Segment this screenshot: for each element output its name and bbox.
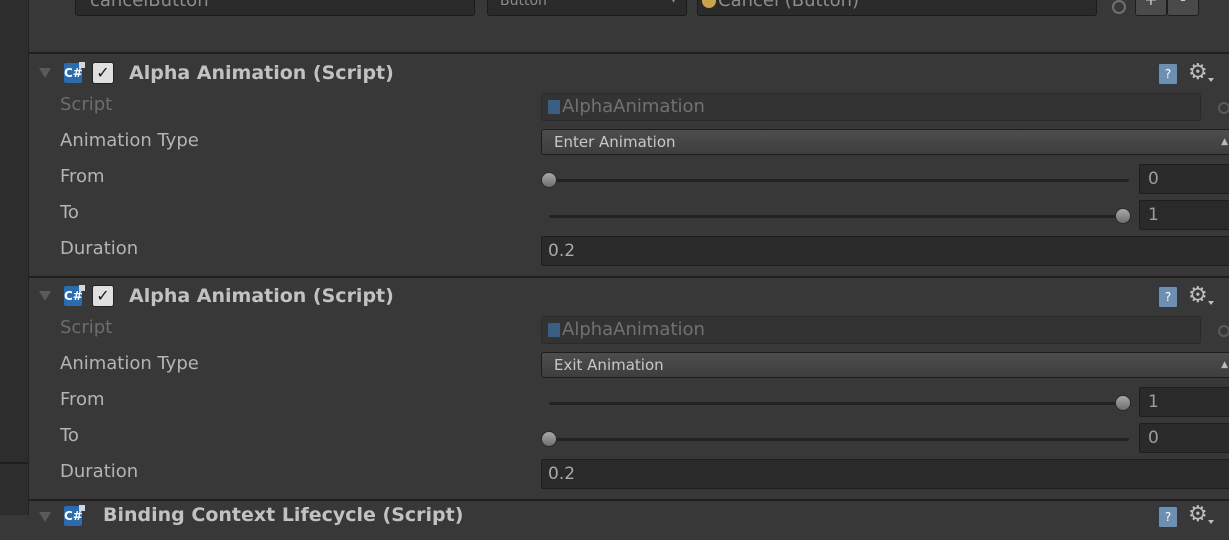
from-label: From: [60, 166, 105, 187]
dropdown-arrows-icon: ▲: [1221, 137, 1228, 147]
script-value: AlphaAnimation: [562, 96, 705, 117]
from-slider-track[interactable]: [549, 402, 1129, 405]
from-number-field[interactable]: 0: [1139, 164, 1229, 194]
component-header[interactable]: C# ✓ Alpha Animation (Script) ? ⚙: [29, 54, 1229, 94]
object-label: Cancel (Button): [718, 0, 860, 11]
alpha-animation-component-1: C# ✓ Alpha Animation (Script) ? ⚙ Script…: [29, 54, 1229, 278]
help-icon[interactable]: ?: [1158, 506, 1178, 528]
animation-type-value: Enter Animation: [554, 133, 676, 151]
object-picker-icon[interactable]: [1218, 102, 1229, 114]
duration-field[interactable]: 0.2: [541, 236, 1229, 266]
csharp-script-icon: C#: [64, 285, 85, 306]
dropdown-arrows-icon: ▲: [1221, 360, 1228, 370]
remove-button[interactable]: -: [1167, 0, 1199, 16]
script-value: AlphaAnimation: [562, 319, 705, 340]
add-button[interactable]: +: [1135, 0, 1167, 16]
duration-label: Duration: [60, 461, 139, 482]
component-enabled-checkbox[interactable]: ✓: [92, 285, 114, 307]
object-picker-icon[interactable]: [1218, 325, 1229, 337]
animation-type-dropdown[interactable]: Enter Animation ▲: [541, 129, 1229, 155]
to-slider-track[interactable]: [549, 438, 1129, 441]
inspector-panel: cancelButton Button ▾ Cancel (Button) + -…: [29, 0, 1229, 528]
animation-type-value: Exit Animation: [554, 356, 664, 374]
help-icon[interactable]: ?: [1158, 286, 1178, 308]
to-slider-thumb[interactable]: [1115, 208, 1131, 224]
duration-label: Duration: [60, 238, 139, 259]
csharp-script-icon: C#: [64, 505, 85, 526]
csharp-script-icon: C#: [64, 62, 85, 83]
field-name-input[interactable]: cancelButton: [75, 0, 475, 16]
foldout-arrow-icon[interactable]: [39, 512, 51, 522]
animation-type-dropdown[interactable]: Exit Animation ▲: [541, 352, 1229, 378]
to-slider-track[interactable]: [549, 215, 1129, 218]
from-slider-thumb[interactable]: [541, 172, 557, 188]
duration-field[interactable]: 0.2: [541, 459, 1229, 489]
alpha-animation-component-2: C# ✓ Alpha Animation (Script) ? ⚙ Script…: [29, 277, 1229, 501]
to-label: To: [60, 202, 79, 223]
from-number-field[interactable]: 1: [1139, 387, 1229, 417]
from-slider-thumb[interactable]: [1115, 395, 1131, 411]
animation-type-label: Animation Type: [60, 353, 199, 374]
script-file-icon: [548, 323, 560, 337]
to-number-field[interactable]: 1: [1139, 200, 1229, 230]
gear-icon[interactable]: ⚙: [1188, 283, 1214, 308]
binding-context-component-header[interactable]: C# Binding Context Lifecycle (Script) ? …: [29, 500, 1229, 540]
type-label: Button: [500, 0, 547, 9]
from-label: From: [60, 389, 105, 410]
dropdown-arrow-icon: ▾: [670, 0, 676, 6]
left-gutter: [0, 0, 29, 515]
object-picker-icon[interactable]: [1112, 0, 1126, 14]
gear-icon[interactable]: ⚙: [1188, 60, 1214, 85]
unity-object-icon: [702, 0, 716, 8]
object-field[interactable]: Cancel (Button): [697, 0, 1097, 16]
foldout-arrow-icon[interactable]: [39, 68, 51, 78]
component-title: Alpha Animation (Script): [129, 62, 394, 84]
component-enabled-checkbox[interactable]: ✓: [92, 62, 114, 84]
to-slider-thumb[interactable]: [541, 431, 557, 447]
component-title: Alpha Animation (Script): [129, 285, 394, 307]
script-label: Script: [60, 317, 113, 338]
component-header[interactable]: C# ✓ Alpha Animation (Script) ? ⚙: [29, 277, 1229, 317]
to-number-field[interactable]: 0: [1139, 423, 1229, 453]
gutter-marker: [0, 462, 28, 464]
script-label: Script: [60, 94, 113, 115]
type-dropdown[interactable]: Button ▾: [487, 0, 687, 16]
to-label: To: [60, 425, 79, 446]
component-title: Binding Context Lifecycle (Script): [103, 504, 464, 526]
animation-type-label: Animation Type: [60, 130, 199, 151]
script-field: AlphaAnimation: [541, 93, 1201, 121]
script-file-icon: [548, 100, 560, 114]
foldout-arrow-icon[interactable]: [39, 291, 51, 301]
help-icon[interactable]: ?: [1158, 63, 1178, 85]
script-field: AlphaAnimation: [541, 316, 1201, 344]
button-reference-row: cancelButton Button ▾ Cancel (Button) + -: [29, 0, 1229, 54]
from-slider-track[interactable]: [549, 179, 1129, 182]
